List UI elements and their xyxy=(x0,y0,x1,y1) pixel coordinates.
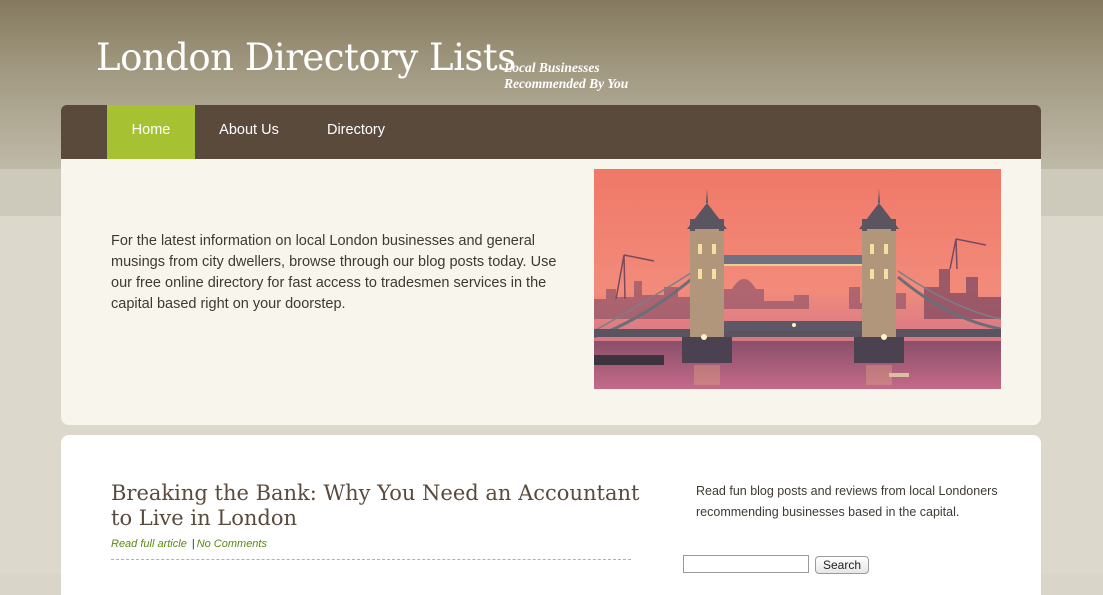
tagline-line-2: Recommended By You xyxy=(504,76,629,91)
site-title[interactable]: London Directory Lists xyxy=(96,36,516,79)
main-nav: Home About Us Directory xyxy=(61,105,1041,159)
nav-item-about-us[interactable]: About Us xyxy=(195,105,303,159)
nav-item-home[interactable]: Home xyxy=(107,105,195,159)
hero-intro-text: For the latest information on local Lond… xyxy=(111,233,557,312)
site-tagline: Local Businesses Recommended By You xyxy=(504,60,628,92)
nav-item-directory[interactable]: Directory xyxy=(303,105,409,159)
hero-panel: For the latest information on local Lond… xyxy=(61,159,1041,425)
read-full-article-link[interactable]: Read full article xyxy=(111,538,187,550)
search-input[interactable] xyxy=(683,555,809,573)
comments-link[interactable]: No Comments xyxy=(197,538,267,550)
post-meta: Read full article | No Comments xyxy=(111,538,267,550)
meta-separator: | xyxy=(191,538,195,550)
post-divider xyxy=(111,559,631,560)
search-button[interactable]: Search xyxy=(815,556,870,574)
tower-bridge-photo xyxy=(594,169,1001,389)
post-title[interactable]: Breaking the Bank: Why You Need an Accou… xyxy=(111,481,651,531)
sidebar-intro-text: Read fun blog posts and reviews from loc… xyxy=(696,484,998,519)
tagline-line-1: Local Businesses xyxy=(504,60,600,75)
content-panel: Breaking the Bank: Why You Need an Accou… xyxy=(61,435,1041,595)
